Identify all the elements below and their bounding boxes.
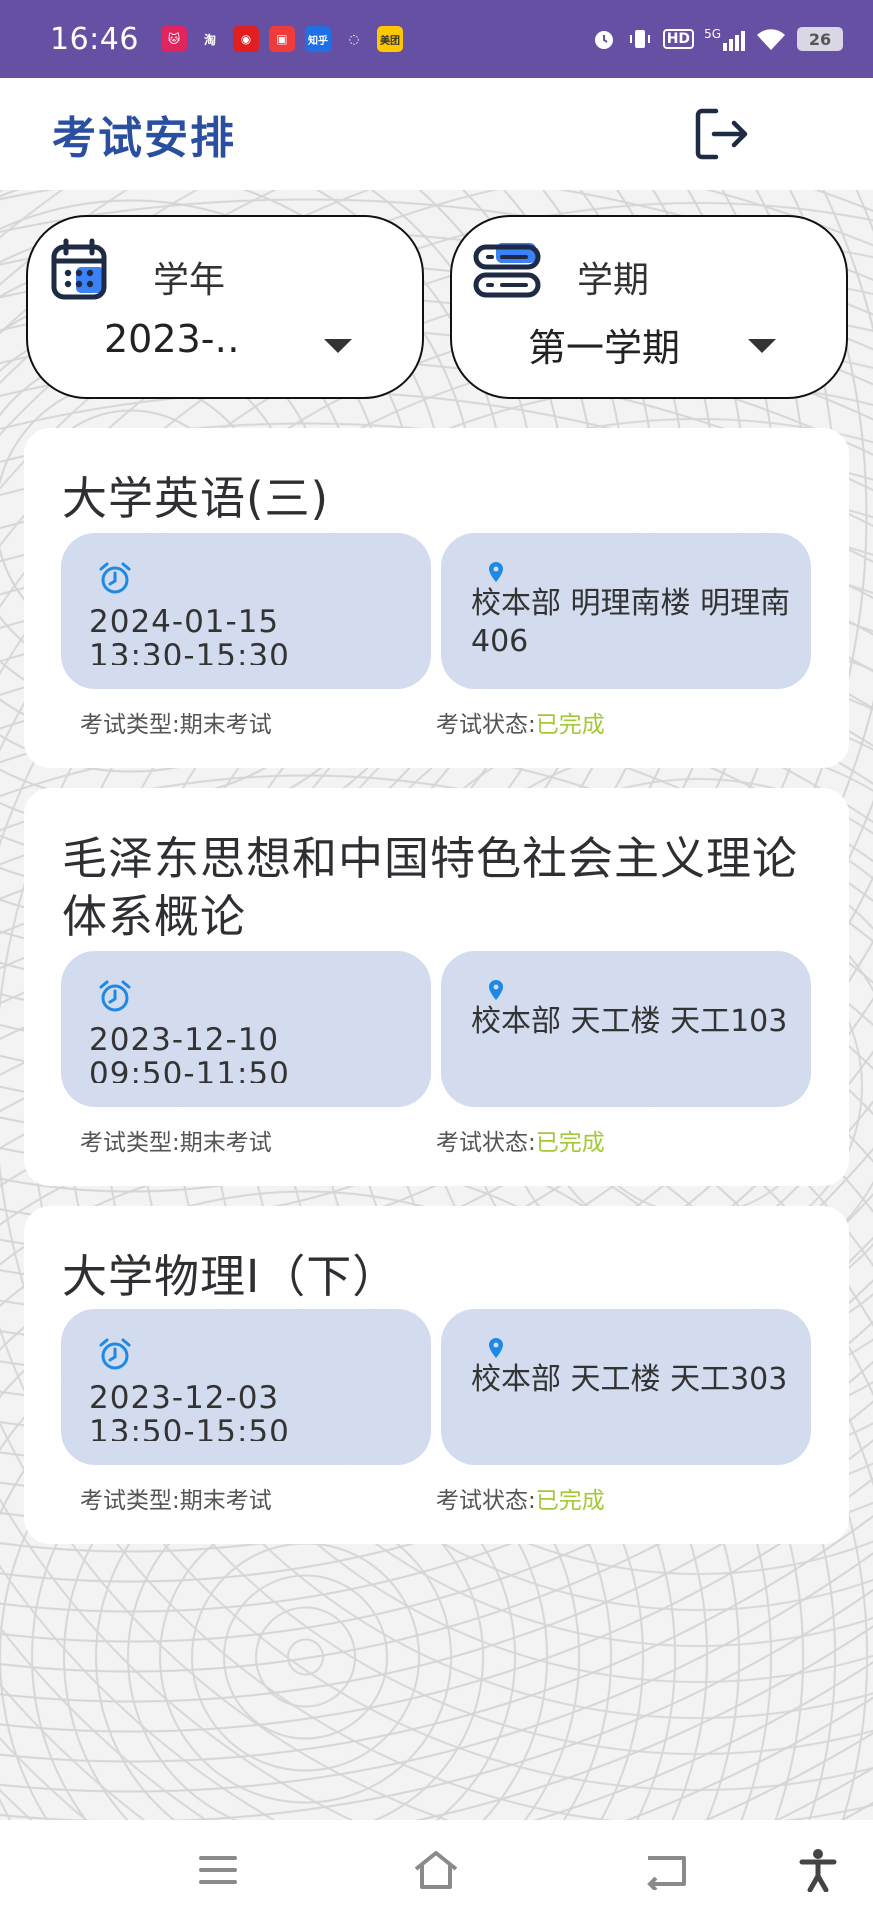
page-title: 考试安排	[52, 113, 236, 164]
year-label: 学年	[153, 260, 226, 301]
taobao-icon: 淘	[196, 26, 223, 52]
exam-type: 考试类型:期末考试	[80, 1481, 272, 1515]
exam-time: 13:50-15:50	[89, 1414, 290, 1441]
status-bar: 16:46 🐱 淘 ◉ ▣ 知乎 ◌ 美团 HD 5G 26	[0, 0, 873, 78]
exam-location-box: 校本部 明理南楼 明理南406	[441, 533, 811, 689]
course-name: 大学英语(三)	[62, 472, 330, 525]
back-icon	[647, 1856, 686, 1890]
exam-type-label: 考试类型:	[80, 712, 180, 738]
cat-app-icon: 🐱	[160, 26, 187, 52]
exam-date: 2024-01-15	[89, 605, 280, 640]
hd-icon: HD	[662, 29, 695, 49]
battery-icon: 26	[797, 27, 843, 51]
year-selector[interactable]: 学年 2023-‥	[26, 215, 424, 399]
exam-datetime: 2024-01-15 13:30-15:30	[89, 605, 290, 665]
vibrate-icon	[629, 30, 650, 48]
alarm-clock-icon	[99, 562, 131, 594]
exam-status-label: 考试状态:	[436, 1488, 536, 1514]
exam-type-label: 考试类型:	[80, 1130, 180, 1156]
location-pin-icon	[489, 1338, 503, 1358]
exam-time: 09:50-11:50	[89, 1056, 290, 1083]
poster-app-icon: ▣	[268, 26, 295, 52]
exam-type: 考试类型:期末考试	[80, 1123, 272, 1157]
menu-button[interactable]	[192, 1844, 244, 1896]
exam-time: 13:30-15:30	[89, 638, 290, 665]
exam-location: 校本部 天工楼 天工103	[471, 1004, 788, 1039]
location-pin-icon	[489, 562, 503, 582]
exam-date: 2023-12-10	[89, 1023, 280, 1058]
accessibility-icon	[799, 1849, 837, 1892]
accessibility-button[interactable]	[792, 1844, 844, 1896]
back-button[interactable]	[640, 1844, 692, 1896]
exam-status: 考试状态:已完成	[436, 1123, 605, 1157]
exam-type-value: 期末考试	[179, 712, 272, 738]
wifi-icon	[757, 29, 785, 50]
alarm-status-icon	[594, 31, 613, 49]
red-app-icon: ◉	[232, 26, 259, 52]
alarm-clock-icon	[99, 1338, 131, 1370]
exam-datetime: 2023-12-03 13:50-15:50	[89, 1381, 290, 1441]
term-selector[interactable]: 学期 第一学期	[450, 215, 848, 399]
logout-button[interactable]	[689, 102, 753, 166]
exam-status-value: 已完成	[535, 1130, 605, 1156]
signal-icon: 5G	[704, 27, 745, 51]
list-toggle-icon	[473, 243, 541, 298]
course-name: 大学物理Ⅰ（下）	[62, 1250, 399, 1303]
exam-type-value: 期末考试	[179, 1488, 272, 1514]
exam-status-label: 考试状态:	[436, 712, 536, 738]
meituan-icon: 美团	[376, 26, 403, 52]
home-icon	[414, 1851, 458, 1889]
exam-card[interactable]: 大学英语(三) 2024-01-15 13:30-15:30 校本部 明理南楼 …	[24, 428, 849, 768]
chevron-down-icon	[748, 339, 776, 353]
location-pin-icon	[489, 980, 503, 1000]
swirl-app-icon: ◌	[340, 26, 367, 52]
chevron-down-icon	[324, 339, 352, 353]
exam-type-label: 考试类型:	[80, 1488, 180, 1514]
system-nav-bar	[0, 1820, 873, 1920]
notification-icons: 🐱 淘 ◉ ▣ 知乎 ◌ 美团	[160, 26, 403, 52]
exam-card[interactable]: 大学物理Ⅰ（下） 2023-12-03 13:50-15:50 校本部 天工楼 …	[24, 1206, 849, 1544]
exam-location: 校本部 明理南楼 明理南406	[471, 586, 791, 659]
exam-location-box: 校本部 天工楼 天工103	[441, 951, 811, 1107]
exam-card[interactable]: 毛泽东思想和中国特色社会主义理论体系概论 2023-12-10 09:50-11…	[24, 788, 849, 1186]
app-header: 考试安排	[0, 78, 873, 190]
exam-location: 校本部 天工楼 天工303	[471, 1362, 788, 1397]
exam-datetime: 2023-12-10 09:50-11:50	[89, 1023, 290, 1083]
exam-time-box: 2024-01-15 13:30-15:30	[61, 533, 431, 689]
exam-location-box: 校本部 天工楼 天工303	[441, 1309, 811, 1465]
exam-type: 考试类型:期末考试	[80, 705, 272, 739]
home-button[interactable]	[410, 1844, 462, 1896]
exam-time-box: 2023-12-10 09:50-11:50	[61, 951, 431, 1107]
course-name: 毛泽东思想和中国特色社会主义理论体系概论	[62, 832, 799, 943]
term-value: 第一学期	[528, 326, 681, 370]
year-value: 2023-‥	[104, 317, 240, 361]
exam-status-value: 已完成	[535, 712, 605, 738]
exam-type-value: 期末考试	[179, 1130, 272, 1156]
exam-time-box: 2023-12-03 13:50-15:50	[61, 1309, 431, 1465]
status-time: 16:46	[50, 21, 139, 57]
exam-status: 考试状态:已完成	[436, 1481, 605, 1515]
term-label: 学期	[577, 260, 650, 301]
exam-status-label: 考试状态:	[436, 1130, 536, 1156]
menu-icon	[199, 1856, 237, 1884]
calendar-icon	[51, 238, 107, 300]
system-status-icons: HD 5G 26	[591, 26, 843, 52]
exam-status: 考试状态:已完成	[436, 705, 605, 739]
exam-date: 2023-12-03	[89, 1381, 280, 1416]
zhihu-icon: 知乎	[304, 26, 331, 52]
alarm-clock-icon	[99, 980, 131, 1012]
exam-status-value: 已完成	[535, 1488, 605, 1514]
logout-icon	[695, 108, 748, 160]
